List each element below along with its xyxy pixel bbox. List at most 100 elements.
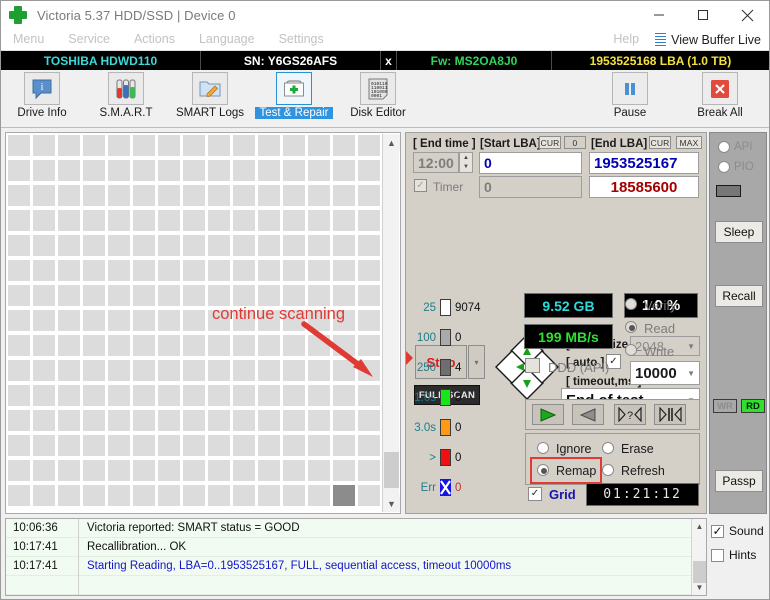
remap-radio[interactable] (537, 464, 549, 476)
end-time-spinner-down[interactable]: ▼ (460, 163, 472, 173)
status-indicator-box (716, 185, 741, 197)
menu-item-language[interactable]: Language (187, 29, 267, 50)
start-lba-cur-button[interactable]: CUR (539, 136, 561, 149)
api-option[interactable]: API (718, 141, 753, 153)
nav-button-group: ? (525, 399, 700, 430)
map-scrollbar[interactable]: ▲ ▼ (382, 134, 400, 512)
ddd-api-label: DDD (API) (548, 360, 610, 375)
timer-checkbox[interactable]: ✓ (414, 179, 427, 192)
view-buffer-live-button[interactable]: View Buffer Live (651, 33, 769, 47)
sound-checkbox[interactable]: ✓ (711, 524, 724, 538)
svg-text:0001: 0001 (371, 93, 382, 99)
sleep-button[interactable]: Sleep (715, 221, 763, 243)
menu-item-service[interactable]: Service (56, 29, 122, 50)
grid-checkbox[interactable]: ✓ (528, 487, 542, 501)
speed-readout: 199 MB/s (524, 324, 613, 349)
menu-item-actions[interactable]: Actions (122, 29, 187, 50)
hist-label-3s: 3.0s (414, 421, 436, 434)
toolbar-test-and-repair[interactable]: Test & Repair (255, 72, 333, 119)
log-time: 10:17:41 (13, 541, 58, 553)
pio-option[interactable]: PIO (718, 161, 754, 173)
map-scroll-up-button[interactable]: ▲ (383, 134, 400, 151)
toolbar-smart-label: S.M.A.R.T (99, 107, 153, 119)
hist-value-3s: 0 (455, 421, 462, 434)
bottom-options: ✓ Sound Hints (711, 524, 769, 572)
drive-x-button[interactable]: x (381, 51, 397, 70)
victoria-app-window: Victoria 5.37 HDD/SSD | Device 0 Menu Se… (0, 0, 770, 600)
menu-bar: Menu Service Actions Language Settings H… (1, 29, 769, 51)
log-message: Starting Reading, LBA=0..1953525167, FUL… (87, 560, 512, 572)
chevron-down-icon: ▼ (687, 368, 695, 378)
log-scroll-up-button[interactable]: ▲ (692, 519, 707, 534)
ddd-api-checkbox[interactable] (525, 358, 540, 373)
read-radio[interactable] (625, 321, 637, 333)
start-lba-second-field[interactable]: 0 (479, 176, 582, 198)
refresh-radio[interactable] (602, 464, 614, 476)
pio-radio[interactable] (718, 161, 730, 173)
view-buffer-live-label: View Buffer Live (671, 32, 761, 47)
toolbar-disk-editor[interactable]: 010110 110011 101000 0001 Disk Editor (343, 72, 413, 119)
passp-button[interactable]: Passp (715, 470, 763, 492)
log-row: 10:17:41 Starting Reading, LBA=0..195352… (6, 556, 706, 576)
hist-value-over: 0 (455, 451, 462, 464)
refresh-label: Refresh (621, 464, 665, 478)
erase-radio[interactable] (602, 442, 614, 454)
hist-swatch-250 (440, 359, 451, 376)
hints-checkbox[interactable] (711, 548, 724, 562)
timeout-select[interactable]: 10000 ▼ (630, 361, 700, 385)
seek-end-button[interactable] (654, 404, 686, 425)
log-message: Recallibration... OK (87, 541, 187, 553)
toolbar-break-all[interactable]: Break All (685, 72, 755, 119)
start-lba-field[interactable]: 0 (479, 152, 582, 174)
log-time: 10:06:36 (13, 522, 58, 534)
stop-dropdown-button[interactable]: ▾ (468, 345, 485, 379)
menu-item-settings[interactable]: Settings (267, 29, 336, 50)
close-button[interactable] (725, 1, 769, 29)
end-lba-field[interactable]: 1953525167 (589, 152, 699, 174)
minimize-button[interactable] (637, 1, 681, 29)
start-lba-zero-button[interactable]: 0 (564, 136, 586, 149)
toolbar-drive-info-label: Drive Info (17, 107, 67, 119)
end-lba-cur-button[interactable]: CUR (649, 136, 671, 149)
log-scrollbar[interactable]: ▲ ▼ (691, 519, 706, 595)
grid-label: Grid (549, 487, 576, 502)
seek-query-button[interactable]: ? (614, 404, 646, 425)
log-time: 10:17:41 (13, 560, 58, 572)
map-scroll-thumb[interactable] (384, 452, 399, 488)
seek-end-icon (659, 407, 682, 422)
log-scroll-down-button[interactable]: ▼ (692, 580, 707, 595)
verify-radio[interactable] (625, 298, 637, 310)
scan-map-panel[interactable]: continue scanning ▲ ▼ (5, 132, 401, 514)
hist-value-err: 0 (455, 481, 462, 494)
window-buttons (637, 1, 769, 29)
sound-option[interactable]: ✓ Sound (711, 524, 769, 538)
api-radio[interactable] (718, 141, 730, 153)
toolbar-smart-logs[interactable]: SMART Logs (175, 72, 245, 119)
end-time-spinner-up[interactable]: ▲ (460, 153, 472, 163)
toolbar-drive-info[interactable]: i Drive Info (7, 72, 77, 119)
title-bar: Victoria 5.37 HDD/SSD | Device 0 (1, 1, 769, 29)
toolbar-smart[interactable]: S.M.A.R.T (91, 72, 161, 119)
maximize-button[interactable] (681, 1, 725, 29)
write-radio[interactable] (625, 344, 637, 356)
map-scroll-down-button[interactable]: ▼ (383, 495, 400, 512)
hist-row-err: Err 0 (410, 479, 461, 496)
menu-item-help[interactable]: Help (601, 29, 651, 50)
play-forward-button[interactable] (532, 404, 564, 425)
recall-button[interactable]: Recall (715, 285, 763, 307)
first-aid-kit-icon (276, 72, 312, 105)
hints-option[interactable]: Hints (711, 548, 769, 562)
end-lba-max-button[interactable]: MAX (676, 136, 702, 149)
toolbar-right-group: Pause Break All (595, 72, 755, 119)
ignore-radio[interactable] (537, 442, 549, 454)
right-sidebar: API PIO Sleep Recall WR RD Passp (709, 132, 767, 514)
menu-item-menu[interactable]: Menu (1, 29, 56, 50)
pause-icon (612, 72, 648, 105)
hist-row-250: 250 4 (410, 359, 461, 376)
toolbar-pause[interactable]: Pause (595, 72, 665, 119)
end-time-spinner[interactable]: ▲ ▼ (459, 152, 473, 173)
end-time-field[interactable]: 12:00 (413, 152, 459, 173)
end-lba-second-field[interactable]: 18585600 (589, 176, 699, 198)
play-backward-button[interactable] (572, 404, 604, 425)
log-panel: 10:06:36 Victoria reported: SMART status… (5, 518, 707, 596)
